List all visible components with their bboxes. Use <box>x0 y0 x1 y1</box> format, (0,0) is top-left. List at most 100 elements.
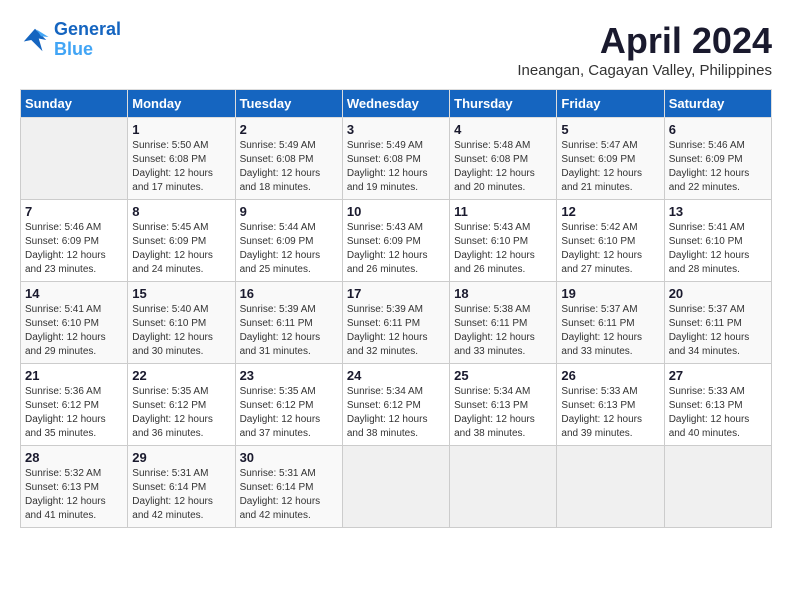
calendar-cell: 27 Sunrise: 5:33 AMSunset: 6:13 PMDayligh… <box>664 364 771 446</box>
day-info: Sunrise: 5:49 AMSunset: 6:08 PMDaylight:… <box>347 139 445 195</box>
day-header-tuesday: Tuesday <box>235 90 342 118</box>
calendar-cell: 16 Sunrise: 5:39 AMSunset: 6:11 PMDayligh… <box>235 282 342 364</box>
calendar-cell: 4 Sunrise: 5:48 AMSunset: 6:08 PMDaylight… <box>450 118 557 200</box>
day-number: 19 <box>561 286 659 301</box>
day-header-sunday: Sunday <box>21 90 128 118</box>
calendar-cell: 8 Sunrise: 5:45 AMSunset: 6:09 PMDaylight… <box>128 200 235 282</box>
calendar-cell: 14Sunrise: 5:41 AMSunset: 6:10 PMDayligh… <box>21 282 128 364</box>
week-row-2: 7Sunrise: 5:46 AMSunset: 6:09 PMDaylight… <box>21 200 772 282</box>
day-info: Sunrise: 5:43 AMSunset: 6:10 PMDaylight:… <box>454 221 552 277</box>
day-info: Sunrise: 5:49 AMSunset: 6:08 PMDaylight:… <box>240 139 338 195</box>
day-number: 7 <box>25 204 123 219</box>
day-info: Sunrise: 5:50 AMSunset: 6:08 PMDaylight:… <box>132 139 230 195</box>
calendar-cell <box>664 446 771 528</box>
calendar-cell <box>557 446 664 528</box>
day-info: Sunrise: 5:41 AMSunset: 6:10 PMDaylight:… <box>669 221 767 277</box>
week-row-3: 14Sunrise: 5:41 AMSunset: 6:10 PMDayligh… <box>21 282 772 364</box>
calendar-cell: 2 Sunrise: 5:49 AMSunset: 6:08 PMDaylight… <box>235 118 342 200</box>
day-number: 27 <box>669 368 767 383</box>
header: General Blue April 2024 Ineangan, Cagaya… <box>20 20 772 79</box>
calendar-header-row: SundayMondayTuesdayWednesdayThursdayFrid… <box>21 90 772 118</box>
day-number: 25 <box>454 368 552 383</box>
week-row-4: 21 Sunrise: 5:36 AMSunset: 6:12 PMDayligh… <box>21 364 772 446</box>
day-info: Sunrise: 5:46 AMSunset: 6:09 PMDaylight:… <box>669 139 767 195</box>
calendar-cell: 29 Sunrise: 5:31 AMSunset: 6:14 PMDayligh… <box>128 446 235 528</box>
day-number: 14 <box>25 286 123 301</box>
day-info: Sunrise: 5:36 AMSunset: 6:12 PMDaylight:… <box>25 385 123 441</box>
calendar-cell: 22 Sunrise: 5:35 AMSunset: 6:12 PMDayligh… <box>128 364 235 446</box>
day-number: 6 <box>669 122 767 137</box>
day-info: Sunrise: 5:35 AMSunset: 6:12 PMDaylight:… <box>132 385 230 441</box>
day-info: Sunrise: 5:45 AMSunset: 6:09 PMDaylight:… <box>132 221 230 277</box>
day-info: Sunrise: 5:37 AMSunset: 6:11 PMDaylight:… <box>669 303 767 359</box>
day-info: Sunrise: 5:34 AMSunset: 6:12 PMDaylight:… <box>347 385 445 441</box>
logo-text: General Blue <box>54 20 121 60</box>
calendar-cell: 24 Sunrise: 5:34 AMSunset: 6:12 PMDayligh… <box>342 364 449 446</box>
day-info: Sunrise: 5:38 AMSunset: 6:11 PMDaylight:… <box>454 303 552 359</box>
week-row-5: 28Sunrise: 5:32 AMSunset: 6:13 PMDayligh… <box>21 446 772 528</box>
week-row-1: 1 Sunrise: 5:50 AMSunset: 6:08 PMDaylight… <box>21 118 772 200</box>
day-info: Sunrise: 5:34 AMSunset: 6:13 PMDaylight:… <box>454 385 552 441</box>
day-number: 12 <box>561 204 659 219</box>
day-info: Sunrise: 5:33 AMSunset: 6:13 PMDaylight:… <box>669 385 767 441</box>
day-info: Sunrise: 5:43 AMSunset: 6:09 PMDaylight:… <box>347 221 445 277</box>
day-number: 1 <box>132 122 230 137</box>
calendar-cell <box>450 446 557 528</box>
day-header-wednesday: Wednesday <box>342 90 449 118</box>
day-info: Sunrise: 5:39 AMSunset: 6:11 PMDaylight:… <box>347 303 445 359</box>
calendar-cell: 5 Sunrise: 5:47 AMSunset: 6:09 PMDaylight… <box>557 118 664 200</box>
calendar-cell: 20Sunrise: 5:37 AMSunset: 6:11 PMDayligh… <box>664 282 771 364</box>
title-area: April 2024 Ineangan, Cagayan Valley, Phi… <box>517 20 772 79</box>
day-info: Sunrise: 5:48 AMSunset: 6:08 PMDaylight:… <box>454 139 552 195</box>
calendar-cell: 28Sunrise: 5:32 AMSunset: 6:13 PMDayligh… <box>21 446 128 528</box>
day-header-saturday: Saturday <box>664 90 771 118</box>
calendar-cell: 21 Sunrise: 5:36 AMSunset: 6:12 PMDayligh… <box>21 364 128 446</box>
calendar-cell: 17 Sunrise: 5:39 AMSunset: 6:11 PMDayligh… <box>342 282 449 364</box>
day-number: 2 <box>240 122 338 137</box>
day-header-friday: Friday <box>557 90 664 118</box>
calendar-cell: 18Sunrise: 5:38 AMSunset: 6:11 PMDayligh… <box>450 282 557 364</box>
calendar-cell <box>21 118 128 200</box>
day-number: 9 <box>240 204 338 219</box>
calendar-cell: 25 Sunrise: 5:34 AMSunset: 6:13 PMDayligh… <box>450 364 557 446</box>
day-number: 4 <box>454 122 552 137</box>
day-info: Sunrise: 5:47 AMSunset: 6:09 PMDaylight:… <box>561 139 659 195</box>
day-info: Sunrise: 5:44 AMSunset: 6:09 PMDaylight:… <box>240 221 338 277</box>
day-info: Sunrise: 5:40 AMSunset: 6:10 PMDaylight:… <box>132 303 230 359</box>
day-number: 8 <box>132 204 230 219</box>
day-info: Sunrise: 5:39 AMSunset: 6:11 PMDaylight:… <box>240 303 338 359</box>
calendar-cell: 19 Sunrise: 5:37 AMSunset: 6:11 PMDayligh… <box>557 282 664 364</box>
calendar-cell: 15 Sunrise: 5:40 AMSunset: 6:10 PMDayligh… <box>128 282 235 364</box>
day-number: 23 <box>240 368 338 383</box>
calendar-cell: 9 Sunrise: 5:44 AMSunset: 6:09 PMDaylight… <box>235 200 342 282</box>
calendar-cell: 13Sunrise: 5:41 AMSunset: 6:10 PMDayligh… <box>664 200 771 282</box>
month-title: April 2024 <box>517 20 772 62</box>
calendar-cell: 6 Sunrise: 5:46 AMSunset: 6:09 PMDaylight… <box>664 118 771 200</box>
day-number: 26 <box>561 368 659 383</box>
day-number: 17 <box>347 286 445 301</box>
day-number: 15 <box>132 286 230 301</box>
day-number: 3 <box>347 122 445 137</box>
day-number: 21 <box>25 368 123 383</box>
calendar-cell: 1 Sunrise: 5:50 AMSunset: 6:08 PMDaylight… <box>128 118 235 200</box>
day-number: 16 <box>240 286 338 301</box>
logo-icon <box>20 25 50 55</box>
day-info: Sunrise: 5:42 AMSunset: 6:10 PMDaylight:… <box>561 221 659 277</box>
day-number: 29 <box>132 450 230 465</box>
calendar-cell: 26 Sunrise: 5:33 AMSunset: 6:13 PMDayligh… <box>557 364 664 446</box>
calendar-cell: 30Sunrise: 5:31 AMSunset: 6:14 PMDayligh… <box>235 446 342 528</box>
day-number: 30 <box>240 450 338 465</box>
day-info: Sunrise: 5:33 AMSunset: 6:13 PMDaylight:… <box>561 385 659 441</box>
logo: General Blue <box>20 20 121 60</box>
day-info: Sunrise: 5:37 AMSunset: 6:11 PMDaylight:… <box>561 303 659 359</box>
calendar-table: SundayMondayTuesdayWednesdayThursdayFrid… <box>20 89 772 528</box>
day-number: 24 <box>347 368 445 383</box>
calendar-cell: 10 Sunrise: 5:43 AMSunset: 6:09 PMDayligh… <box>342 200 449 282</box>
day-number: 22 <box>132 368 230 383</box>
calendar-cell: 23Sunrise: 5:35 AMSunset: 6:12 PMDayligh… <box>235 364 342 446</box>
day-number: 5 <box>561 122 659 137</box>
day-number: 10 <box>347 204 445 219</box>
location: Ineangan, Cagayan Valley, Philippines <box>517 62 772 79</box>
day-info: Sunrise: 5:31 AMSunset: 6:14 PMDaylight:… <box>132 467 230 523</box>
day-header-thursday: Thursday <box>450 90 557 118</box>
